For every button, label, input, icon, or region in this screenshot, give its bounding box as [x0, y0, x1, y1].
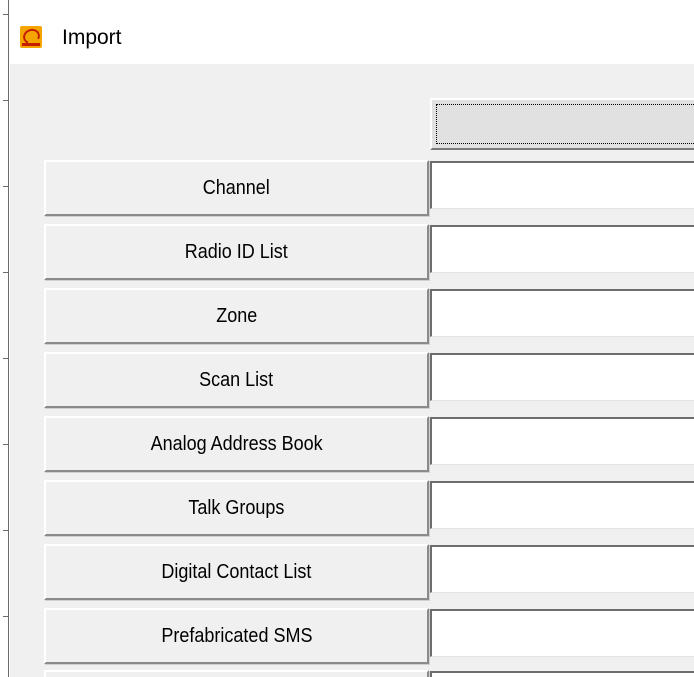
- digital-contact-list-button[interactable]: Digital Contact List: [44, 544, 429, 600]
- title-bar[interactable]: Import: [10, 0, 694, 64]
- analog-address-book-file-field[interactable]: [430, 417, 694, 465]
- ruler-tick: [3, 14, 9, 15]
- ruler-tick: [3, 100, 9, 101]
- ruler-tick: [3, 272, 9, 273]
- digital-contact-list-file-field[interactable]: [430, 545, 694, 593]
- next-row-button-partial[interactable]: [44, 670, 429, 677]
- ruler-tick: [3, 530, 9, 531]
- zone-file-field[interactable]: [430, 289, 694, 337]
- zone-label: Zone: [215, 304, 258, 327]
- channel-button[interactable]: Channel: [44, 160, 429, 216]
- scan-list-button[interactable]: Scan List: [44, 352, 429, 408]
- ruler-line: [8, 0, 9, 677]
- ruler-tick: [3, 616, 9, 617]
- ruler-tick: [3, 444, 9, 445]
- focus-rectangle: [436, 104, 694, 144]
- zone-button[interactable]: Zone: [44, 288, 429, 344]
- prefabricated-sms-file-field[interactable]: [430, 609, 694, 657]
- window-title: Import: [62, 26, 122, 49]
- digital-contact-list-label: Digital Contact List: [161, 560, 312, 583]
- header-button[interactable]: [430, 98, 694, 150]
- talk-groups-file-field[interactable]: [430, 481, 694, 529]
- talk-groups-label: Talk Groups: [188, 496, 285, 519]
- left-ruler: [0, 0, 10, 677]
- analog-address-book-button[interactable]: Analog Address Book: [44, 416, 429, 472]
- ruler-tick: [3, 186, 9, 187]
- prefabricated-sms-button[interactable]: Prefabricated SMS: [44, 608, 429, 664]
- radio-id-list-label: Radio ID List: [184, 240, 289, 263]
- prefabricated-sms-label: Prefabricated SMS: [160, 624, 313, 647]
- app-logo-icon: [20, 26, 42, 48]
- scan-list-file-field[interactable]: [430, 353, 694, 401]
- channel-label: Channel: [202, 176, 271, 199]
- ruler-tick: [3, 358, 9, 359]
- analog-address-book-label: Analog Address Book: [150, 432, 323, 455]
- radio-id-list-file-field[interactable]: [430, 225, 694, 273]
- radio-id-list-button[interactable]: Radio ID List: [44, 224, 429, 280]
- import-dialog-body: Channel Radio ID List Zone Scan List Ana…: [10, 64, 694, 677]
- next-row-file-field-partial[interactable]: [430, 671, 694, 677]
- talk-groups-button[interactable]: Talk Groups: [44, 480, 429, 536]
- channel-file-field[interactable]: [430, 161, 694, 209]
- scan-list-label: Scan List: [199, 368, 274, 391]
